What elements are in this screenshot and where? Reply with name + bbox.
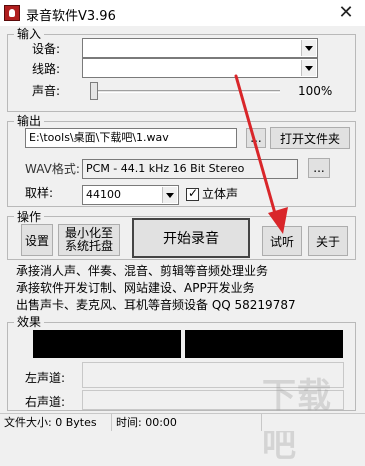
annotation-arrow: [234, 74, 288, 234]
